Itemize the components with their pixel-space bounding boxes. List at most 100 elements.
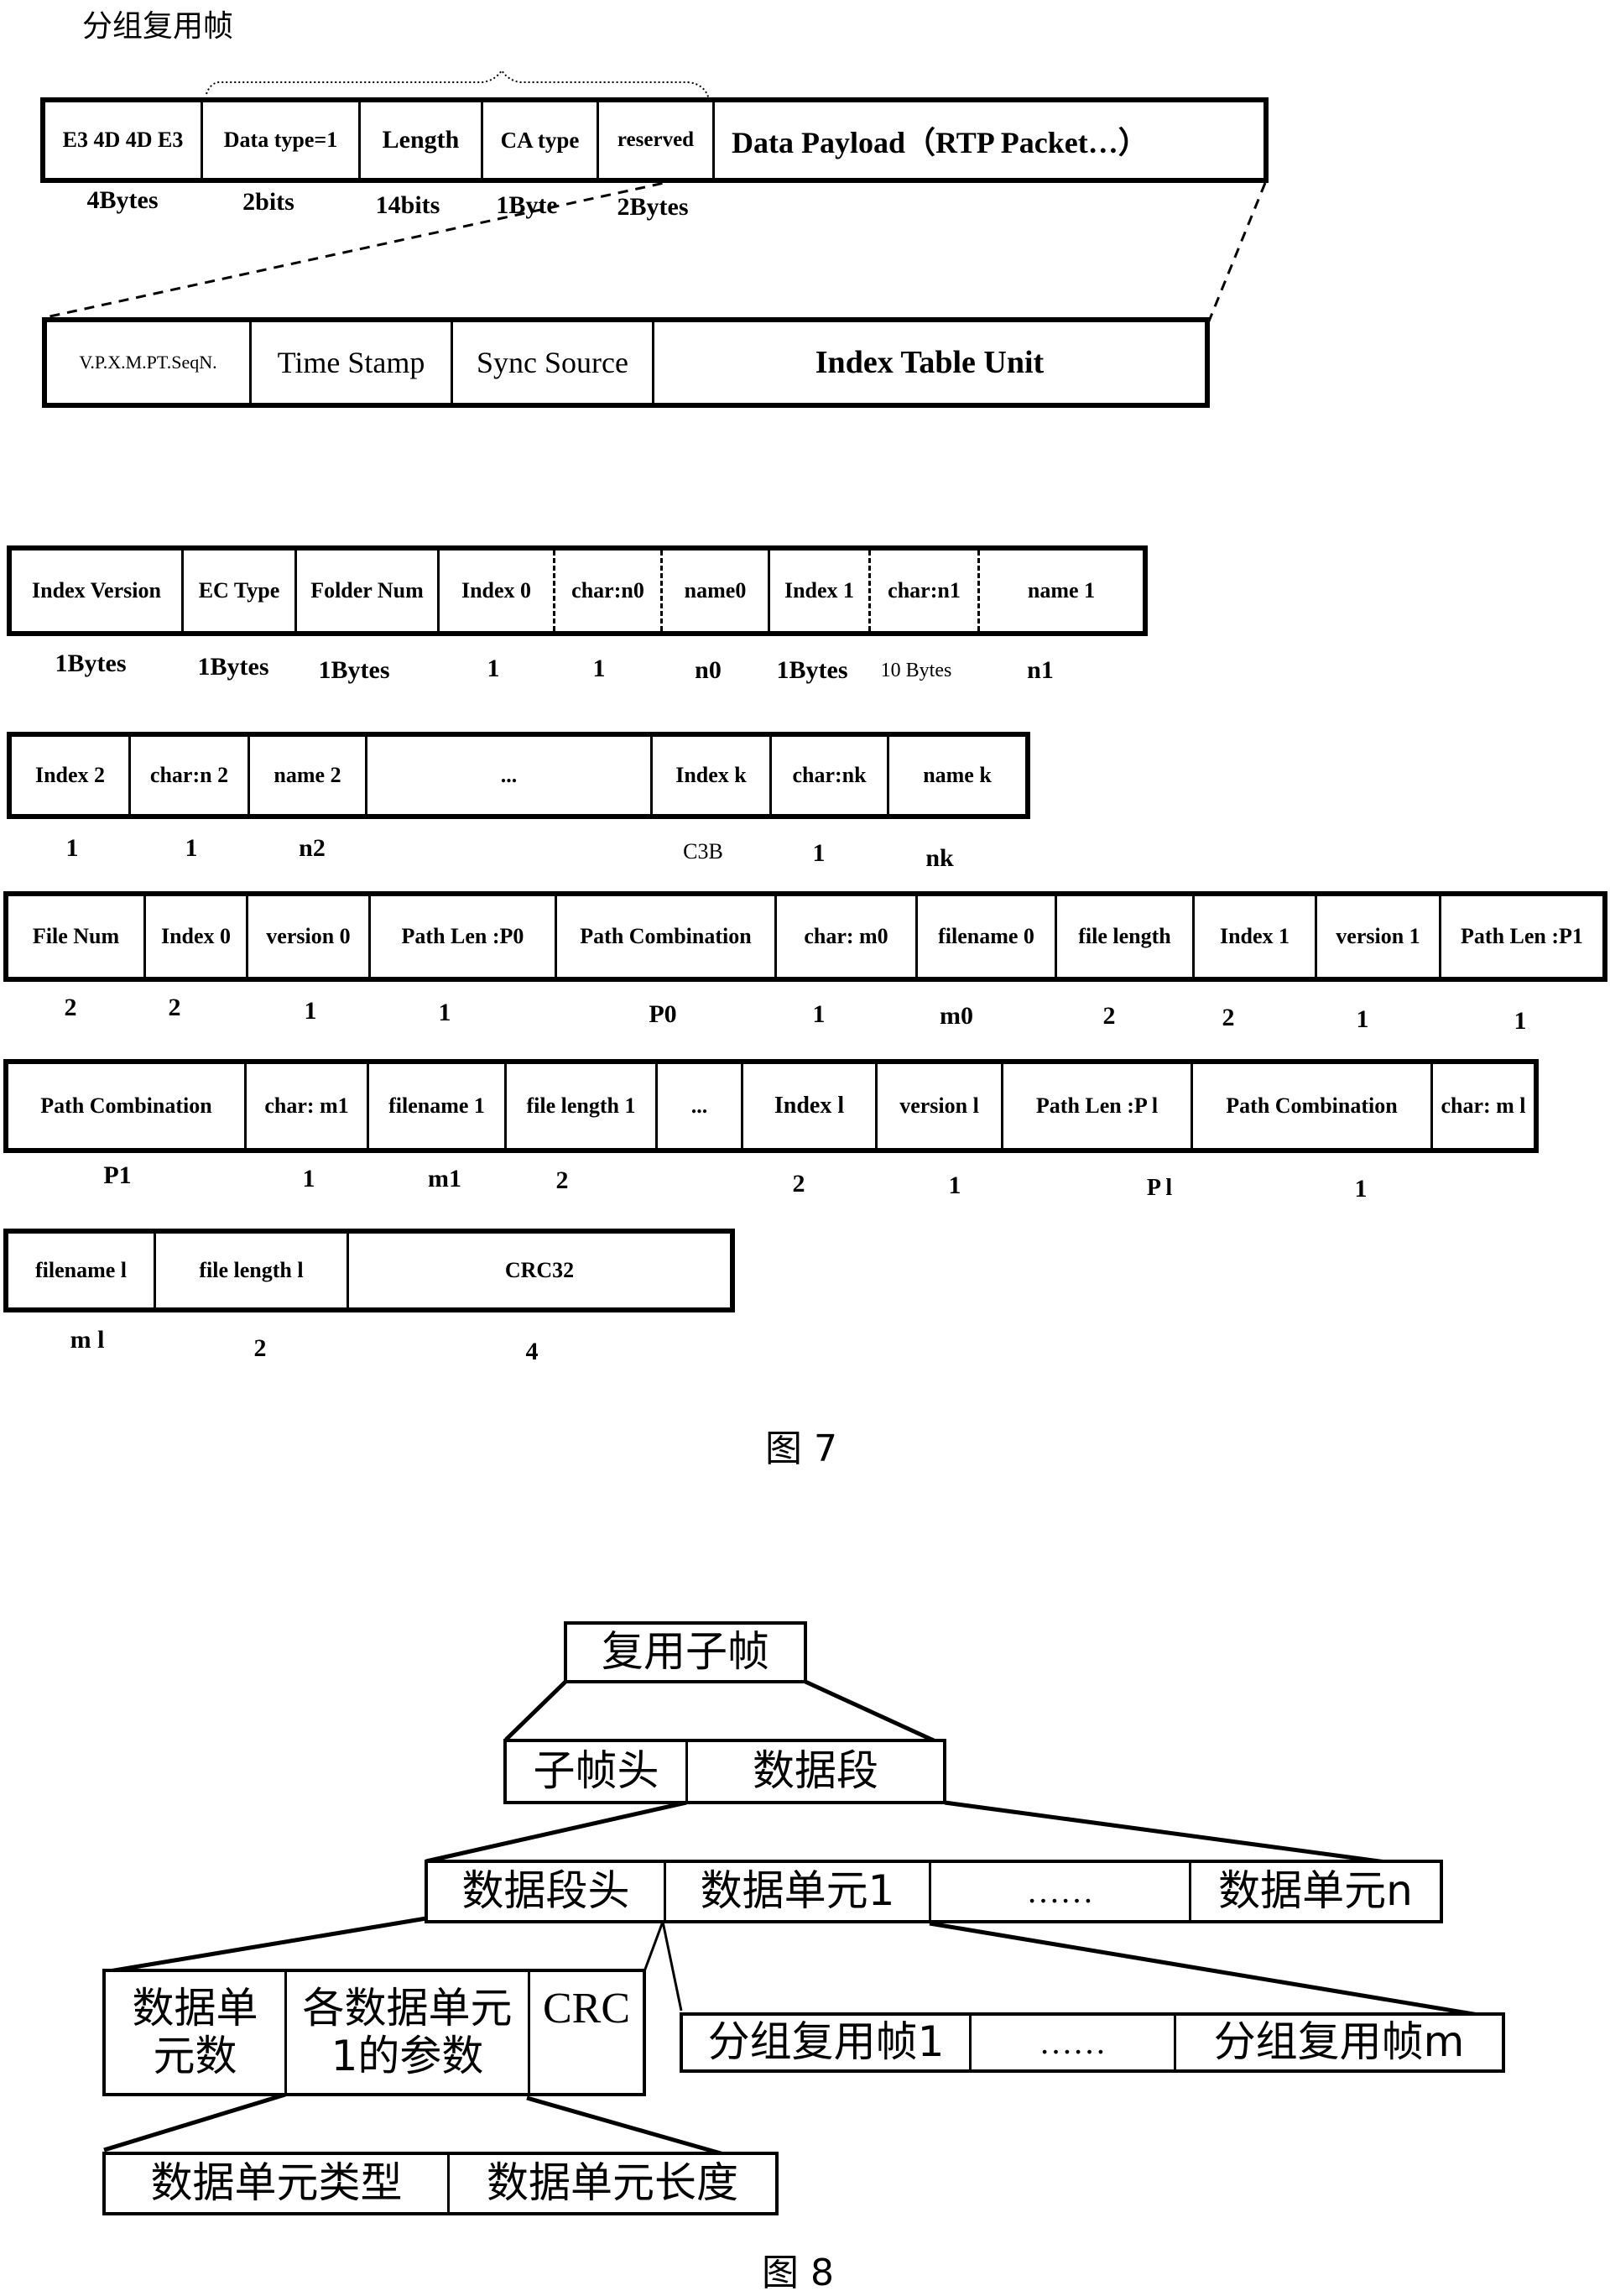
field-char-n0: char:n0	[555, 551, 663, 631]
field-file-length-1: file length 1	[507, 1064, 658, 1148]
field-ec-type: EC Type	[184, 551, 297, 631]
tree-level-2: 数据段头 数据单元1 …… 数据单元n	[425, 1860, 1443, 1923]
field-char-m0: char: m0	[777, 896, 918, 977]
field-name-1: name 1	[1027, 578, 1096, 603]
size-label: nk	[925, 844, 954, 872]
node-multiplex-subframe: 复用子帧	[602, 1627, 769, 1677]
field-reserved: reserved	[599, 102, 715, 178]
tree-level-4: 数据单元类型 数据单元长度	[102, 2152, 779, 2215]
size-label: 10 Bytes	[880, 660, 952, 681]
size-label: 1Bytes	[776, 656, 848, 684]
field-index-l: Index l	[743, 1064, 878, 1148]
expand-line-right	[1205, 182, 1267, 328]
field-time-stamp: Time Stamp	[252, 322, 453, 403]
field-path-combination: Path Combination	[557, 896, 777, 977]
size-label: 2bits	[242, 188, 294, 216]
field-index-0: Index 0	[440, 551, 555, 631]
size-label: 1Byte	[496, 191, 558, 219]
field-ca-type: CA type	[483, 102, 599, 178]
field-index-0: Index 0	[146, 896, 248, 977]
field-file-length: file length	[1057, 896, 1195, 977]
size-label: 2	[168, 994, 181, 1021]
size-label: P1	[103, 1161, 132, 1189]
node-data-unit-length: 数据单元长度	[487, 2158, 738, 2208]
tree-level-3-unit: 分组复用帧1 …… 分组复用帧m	[680, 2012, 1505, 2073]
node-data-unit-params: 各数据单元1的参数	[287, 1972, 530, 2093]
field-char-nk: char:nk	[772, 737, 889, 814]
field-char-n2: char:n 2	[131, 737, 250, 814]
field-index-1: Index 1	[1195, 896, 1317, 977]
field-path-combination: Path Combination	[8, 1064, 247, 1148]
size-label: n2	[299, 834, 326, 862]
brace	[206, 69, 710, 100]
size-label: 1	[812, 1000, 826, 1028]
field-filename-l: filename l	[8, 1234, 156, 1307]
size-label: n1	[1027, 656, 1054, 684]
tree-node-root: 复用子帧	[564, 1621, 807, 1683]
size-label: 2Bytes	[617, 193, 689, 221]
field-ellipsis: ...	[367, 737, 653, 814]
size-label: 4Bytes	[86, 186, 159, 214]
field-filename-1: filename 1	[369, 1064, 507, 1148]
size-label: 1	[487, 655, 500, 682]
file-table-row-3: filename l file length l CRC32	[3, 1229, 735, 1312]
field-file-num: File Num	[8, 896, 146, 977]
field-filename-0: filename 0	[918, 896, 1057, 977]
node-data-segment: 数据段	[753, 1746, 878, 1796]
node-packet-frame-m: 分组复用帧m	[1213, 2017, 1465, 2067]
index-table-row-1: Index Version EC Type Folder Num Index 0…	[7, 545, 1148, 636]
field-name-2: name 2	[250, 737, 367, 814]
size-label: 1	[812, 839, 826, 867]
field-file-length-l: file length l	[156, 1234, 349, 1307]
size-label: 1	[304, 997, 317, 1025]
size-label: 1	[185, 834, 198, 862]
field-sync-bytes: E3 4D 4D E3	[45, 102, 203, 178]
index-table-row-2: Index 2 char:n 2 name 2 ... Index k char…	[7, 732, 1030, 819]
size-label: 1	[65, 834, 79, 862]
tree-level-1: 子帧头 数据段	[503, 1739, 946, 1804]
node-data-unit-type: 数据单元类型	[106, 2155, 450, 2212]
node-data-unit-count: 数据单元数	[106, 1972, 287, 2093]
size-label: P l	[1146, 1175, 1173, 1201]
fig8-caption: 图 8	[762, 2252, 834, 2294]
size-label: 14bits	[375, 191, 440, 219]
node-data-unit-n: 数据单元n	[1218, 1866, 1413, 1916]
field-rtp-header: V.P.X.M.PT.SeqN.	[47, 322, 252, 403]
size-label: n0	[695, 656, 722, 684]
field-path-len-p0: Path Len :P0	[371, 896, 557, 977]
size-label: 1Bytes	[55, 650, 127, 677]
size-label: 1	[948, 1171, 961, 1199]
field-length: Length	[361, 102, 483, 178]
size-label: 1	[592, 655, 606, 682]
field-index-version: Index Version	[12, 551, 184, 631]
size-label: 1	[1514, 1007, 1527, 1035]
field-sync-source: Sync Source	[453, 322, 654, 403]
node-ellipsis: ……	[972, 2016, 1176, 2069]
field-path-combination: Path Combination	[1193, 1064, 1433, 1148]
field-version-l: version l	[878, 1064, 1003, 1148]
fig7-title: 分组复用帧	[82, 9, 234, 44]
size-label: 4	[525, 1338, 539, 1365]
node-ellipsis: ……	[931, 1863, 1191, 1920]
field-crc32: CRC32	[504, 1258, 575, 1282]
size-label: 1Bytes	[318, 656, 390, 684]
size-label: P0	[649, 1000, 677, 1028]
size-label: m l	[70, 1326, 105, 1354]
size-label: 1	[438, 999, 451, 1026]
field-index-1: Index 1	[770, 551, 871, 631]
size-label: C3B	[683, 839, 723, 864]
fig7-caption: 图 7	[765, 1427, 837, 1470]
size-label: 1	[1354, 1175, 1368, 1203]
field-index-k: Index k	[653, 737, 772, 814]
size-label: 1	[302, 1165, 315, 1192]
size-label: 2	[253, 1334, 267, 1362]
file-table-row-1: File Num Index 0 version 0 Path Len :P0 …	[3, 891, 1607, 982]
frame-header-row: E3 4D 4D E3 Data type=1 Length CA type r…	[40, 97, 1269, 183]
size-label: 2	[64, 994, 77, 1021]
rtp-packet-row: V.P.X.M.PT.SeqN. Time Stamp Sync Source …	[42, 317, 1210, 408]
field-index-table-unit: Index Table Unit	[815, 345, 1045, 380]
node-crc: CRC	[542, 1985, 631, 2032]
size-label: m0	[940, 1002, 973, 1030]
field-data-type: Data type=1	[203, 102, 361, 178]
field-path-len-pl: Path Len :P l	[1003, 1064, 1193, 1148]
